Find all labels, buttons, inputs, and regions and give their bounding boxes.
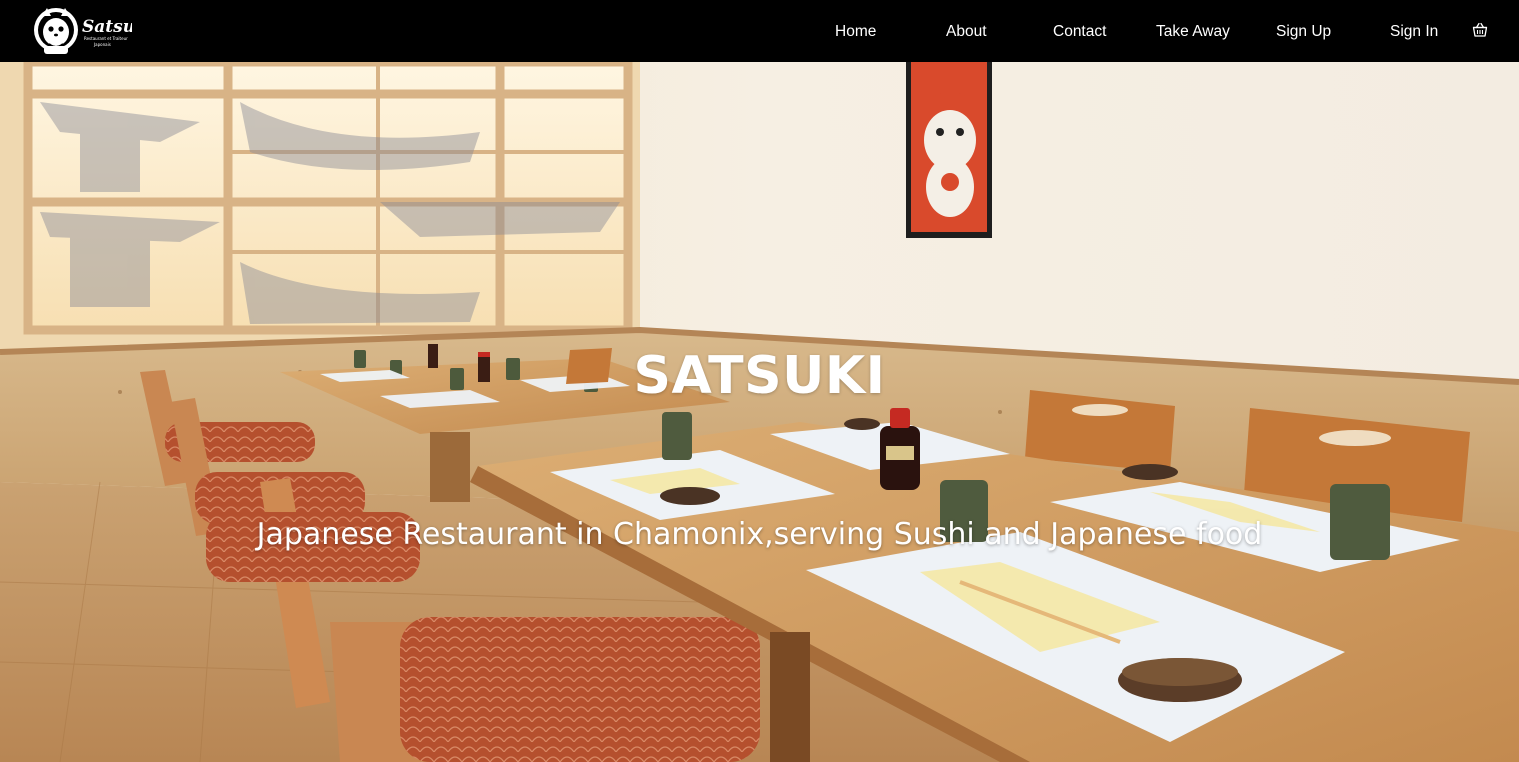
nav-home-link[interactable]: Home <box>835 22 876 42</box>
navbar: Satsuki Restaurant et Traiteur Japonais … <box>0 0 1519 62</box>
nav-sign-in-link[interactable]: Sign In <box>1390 22 1438 42</box>
svg-text:Satsuki: Satsuki <box>82 17 132 37</box>
nav-sign-up-link[interactable]: Sign Up <box>1276 22 1331 42</box>
cat-mascot-logo-icon: Satsuki Restaurant et Traiteur Japonais <box>34 8 132 54</box>
hero-title: SATSUKI <box>633 346 886 406</box>
svg-text:Restaurant et Traiteur: Restaurant et Traiteur <box>84 36 128 41</box>
nav-contact-link[interactable]: Contact <box>1053 22 1106 42</box>
nav-about-link[interactable]: About <box>946 22 987 42</box>
hero-subtitle: Japanese Restaurant in Chamonix,serving … <box>256 517 1263 552</box>
basket-icon[interactable] <box>1472 22 1488 38</box>
svg-text:Japonais: Japonais <box>93 42 111 47</box>
hero-section: SATSUKI Japanese Restaurant in Chamonix,… <box>0 62 1519 762</box>
brand-logo[interactable]: Satsuki Restaurant et Traiteur Japonais <box>32 4 132 58</box>
nav-take-away-link[interactable]: Take Away <box>1156 22 1230 42</box>
restaurant-interior-photo <box>0 62 1519 762</box>
